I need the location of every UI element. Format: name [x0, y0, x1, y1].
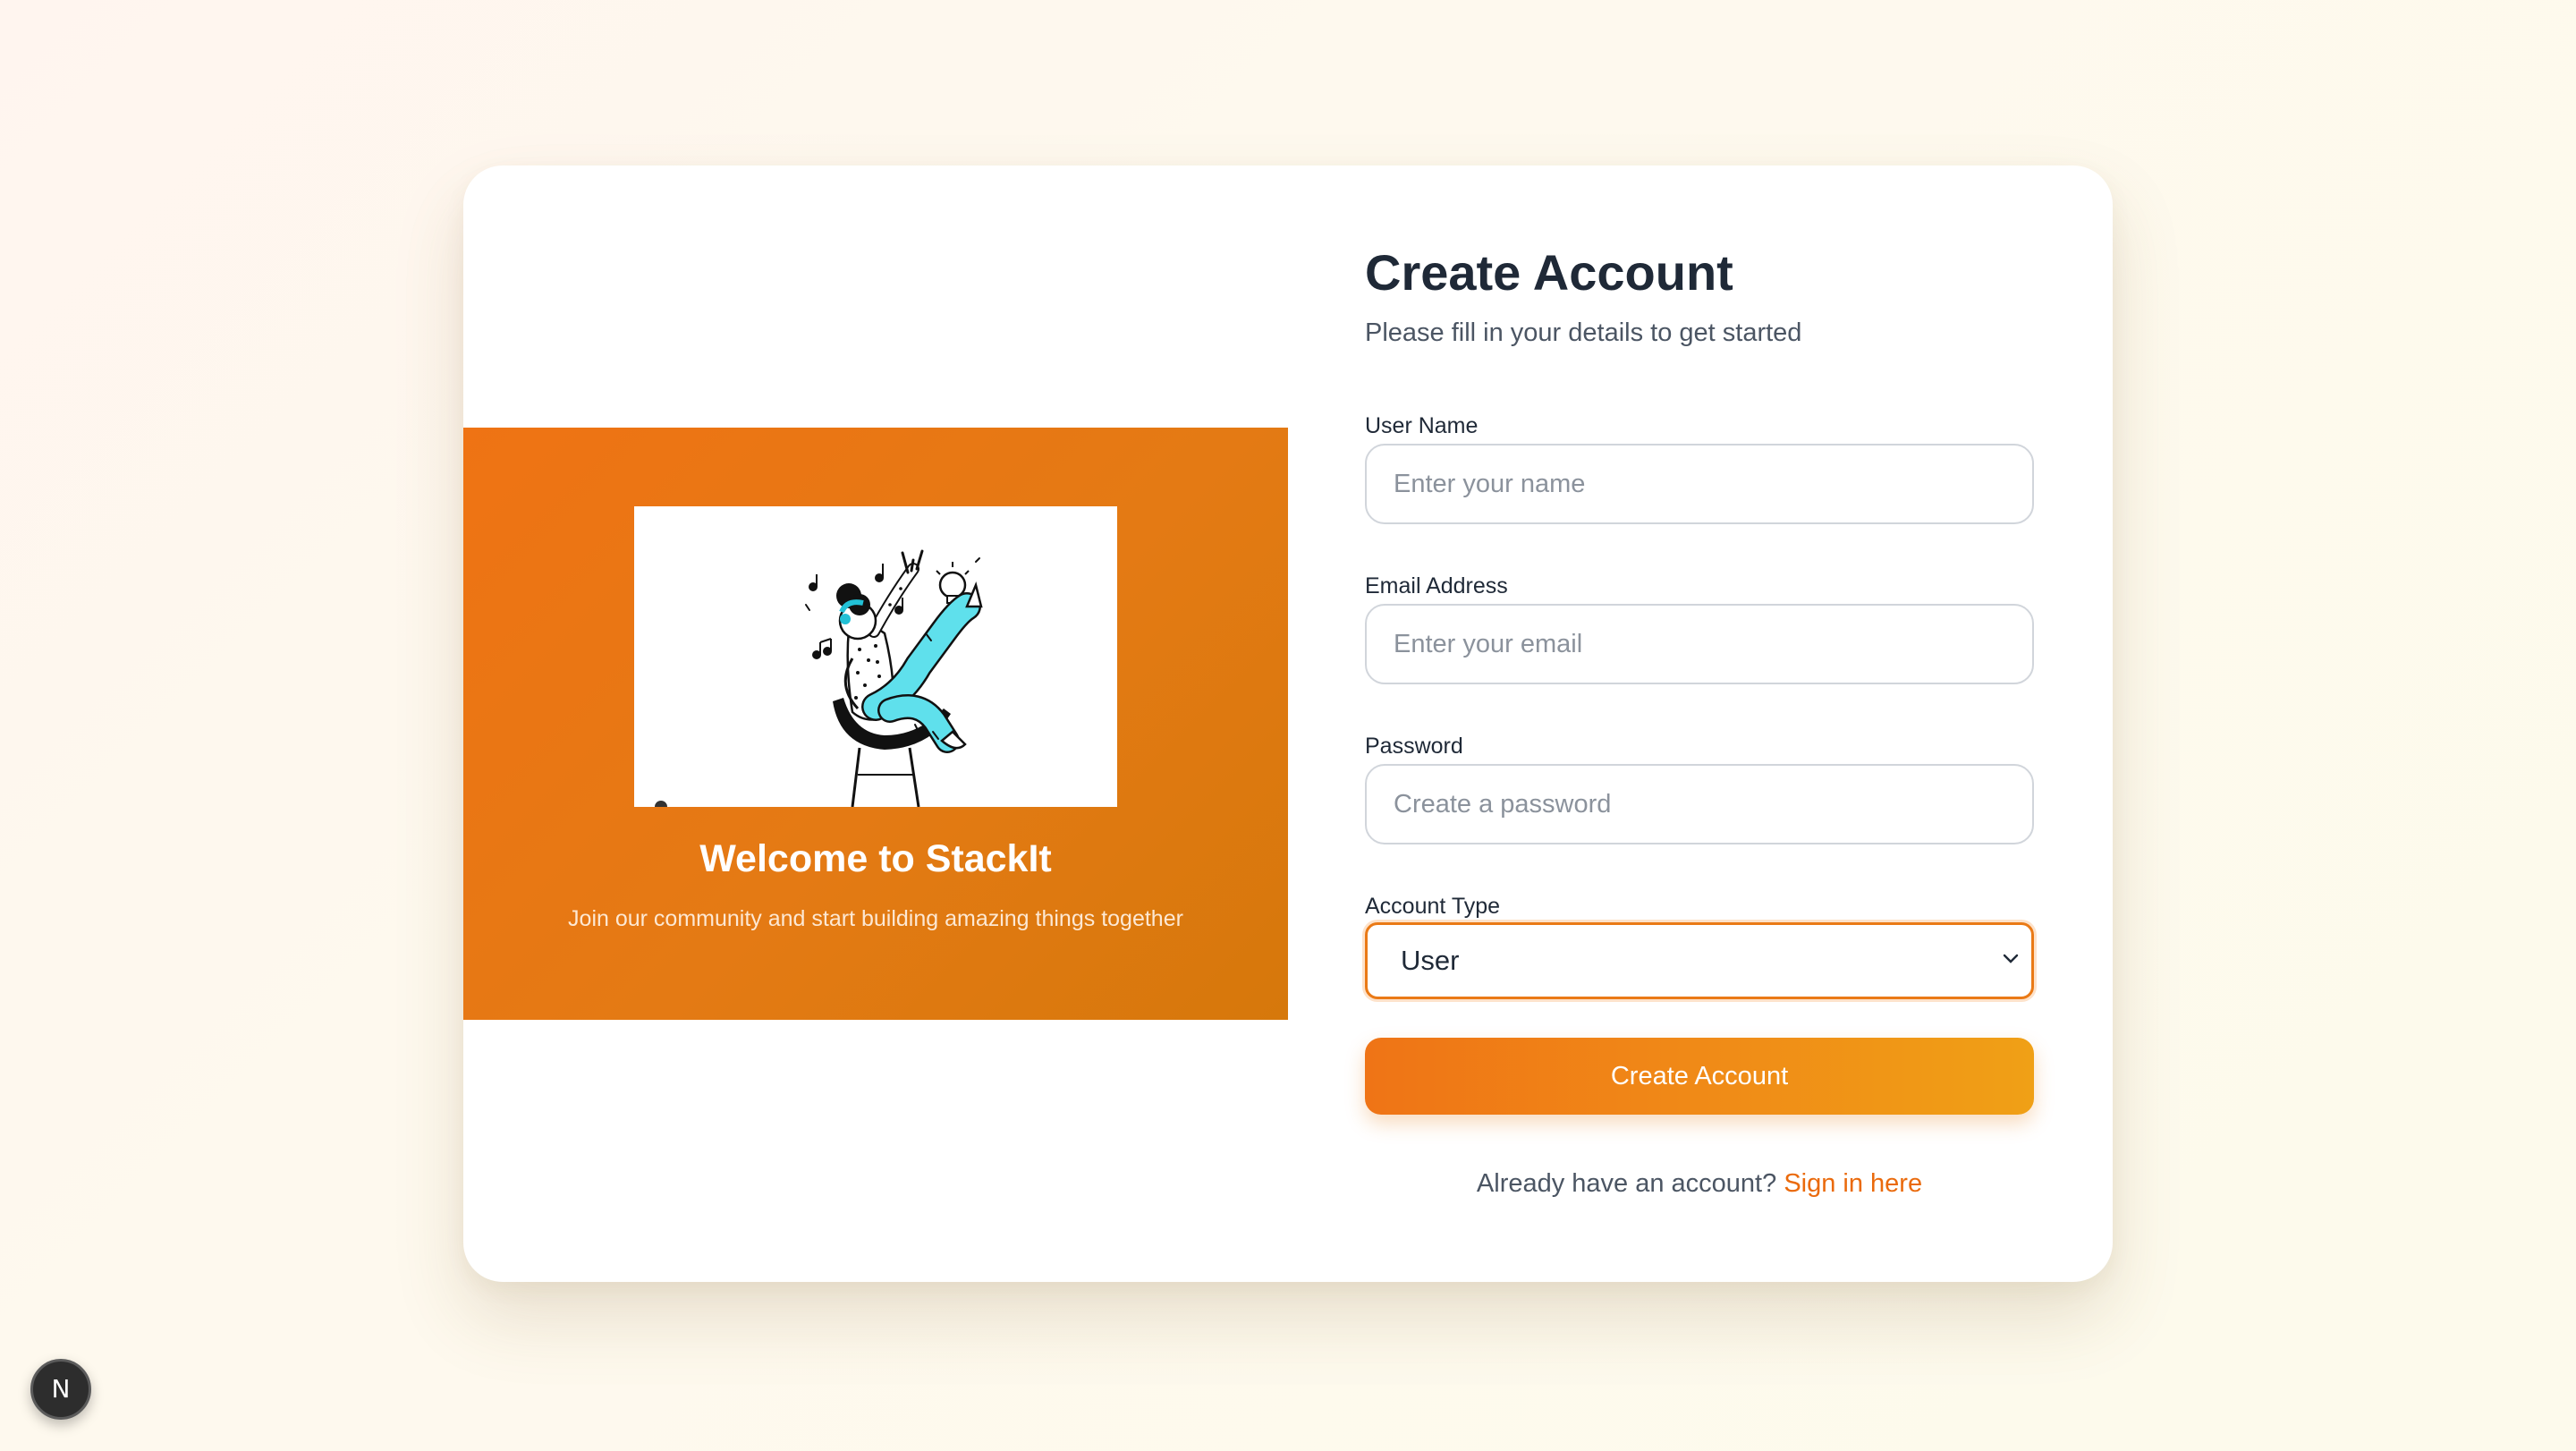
username-label: User Name	[1365, 413, 1479, 438]
password-input[interactable]	[1365, 764, 2034, 844]
nextjs-logo-icon: N	[51, 1374, 71, 1404]
nextjs-dev-badge[interactable]: N	[30, 1359, 91, 1420]
email-input[interactable]	[1365, 604, 2034, 684]
hero-title: Welcome to StackIt	[699, 837, 1052, 880]
email-label: Email Address	[1365, 573, 1508, 598]
create-account-button[interactable]: Create Account	[1365, 1038, 2034, 1115]
signin-link[interactable]: Sign in here	[1784, 1169, 1922, 1198]
username-input[interactable]	[1365, 444, 2034, 524]
signup-card: Welcome to StackIt Join our community an…	[463, 165, 2113, 1282]
form-subtitle: Please fill in your details to get start…	[1365, 318, 1802, 347]
chevron-down-icon	[2003, 954, 2019, 963]
signin-prompt-text: Already have an account?	[1476, 1169, 1777, 1198]
welcome-panel: Welcome to StackIt Join our community an…	[463, 428, 1288, 1020]
account-type-label: Account Type	[1365, 894, 1501, 919]
account-type-select[interactable]: User	[1365, 922, 2034, 999]
hero-illustration	[634, 506, 1117, 807]
signin-prompt-line: Already have an account? Sign in here	[1365, 1169, 2034, 1199]
hero-subtitle: Join our community and start building am…	[568, 906, 1183, 931]
person-on-chair-illustration-icon	[655, 549, 983, 807]
account-type-selected-value: User	[1401, 945, 1460, 976]
password-label: Password	[1365, 734, 1463, 759]
form-title: Create Account	[1365, 244, 1733, 301]
